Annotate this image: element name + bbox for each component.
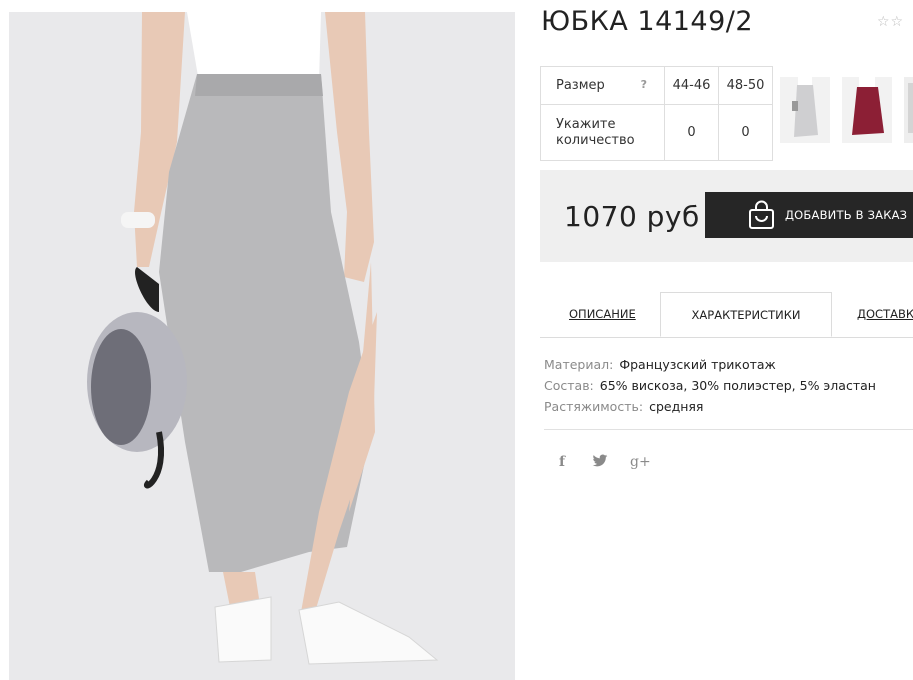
characteristics-list: Материал: Французский трикотаж Состав: 65%… [544,354,876,417]
product-tabs: ОПИСАНИЕ ХАРАКТЕРИСТИКИ ДОСТАВКА [540,292,913,338]
characteristic-label: Материал: [544,357,614,372]
quantity-input-size-2[interactable]: 0 [718,104,773,161]
tab-description[interactable]: ОПИСАНИЕ [569,292,636,337]
twitter-bird-icon [592,454,608,467]
thumbnail-grey-skirt[interactable] [780,77,830,143]
twitter-icon[interactable] [592,454,608,472]
characteristic-value: средняя [649,399,704,414]
google-plus-label: g+ [630,454,651,470]
size-row-header: Размер ? [540,66,665,105]
tab-delivery[interactable]: ДОСТАВКА [857,292,913,337]
tab-characteristics[interactable]: ХАРАКТЕРИСТИКИ [660,292,832,337]
size-option-1[interactable]: 44-46 [664,66,719,105]
size-label: Размер [556,78,605,93]
thumbnail-burgundy-skirt[interactable] [842,77,892,143]
quantity-label-line1: Укажите [556,116,616,132]
characteristic-row-material: Материал: Французский трикотаж [544,354,876,375]
thumbnail-burgundy-skirt-image [842,77,892,143]
characteristic-row-composition: Состав: 65% вискоза, 30% полиэстер, 5% эл… [544,375,876,396]
price-panel: 1070 руб ДОБАВИТЬ В ЗАКАЗ [540,170,913,262]
quantity-input-size-1[interactable]: 0 [664,104,719,161]
product-photo-illustration [9,12,515,680]
section-divider [544,429,913,430]
quantity-label-line2: количество [556,132,635,148]
google-plus-icon[interactable]: g+ [630,454,651,470]
product-title: ЮБКА 14149/2 [541,6,754,37]
quantity-row-header: Укажите количество [540,104,665,161]
tab-description-label: ОПИСАНИЕ [569,307,636,321]
thumbnail-partial-image [904,77,913,143]
add-to-order-button[interactable]: ДОБАВИТЬ В ЗАКАЗ [705,192,913,238]
characteristic-label: Состав: [544,378,594,393]
characteristic-label: Растяжимость: [544,399,644,414]
thumbnail-partial[interactable] [904,77,913,143]
characteristic-row-stretch: Растяжимость: средняя [544,396,876,417]
product-main-photo[interactable] [9,12,515,680]
add-to-order-label: ДОБАВИТЬ В ЗАКАЗ [785,208,908,222]
product-price: 1070 руб [564,200,700,233]
favorite-star-icon[interactable]: ☆☆ [877,14,904,30]
tab-delivery-label: ДОСТАВКА [857,307,913,321]
size-quantity-table: Размер ? 44-46 48-50 Укажите количество … [540,66,773,161]
tab-characteristics-label: ХАРАКТЕРИСТИКИ [691,308,801,322]
shopping-bag-icon [749,200,774,229]
facebook-icon[interactable]: f [559,454,565,470]
characteristic-value: Французский трикотаж [619,357,776,372]
size-help-icon[interactable]: ? [641,78,647,91]
characteristic-value: 65% вискоза, 30% полиэстер, 5% эластан [599,378,876,393]
size-option-2[interactable]: 48-50 [718,66,773,105]
thumbnail-grey-skirt-image [780,77,830,143]
